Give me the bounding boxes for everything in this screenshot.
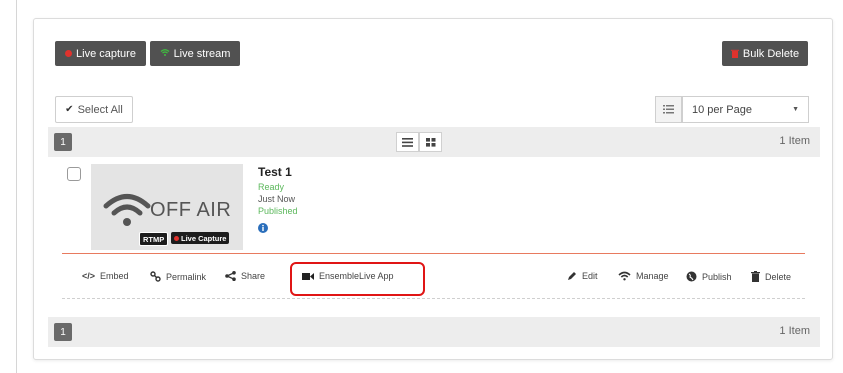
live-capture-tag-label: Live Capture: [181, 233, 227, 243]
code-icon: </>: [82, 271, 96, 281]
list-view-button[interactable]: [396, 132, 419, 152]
edit-action[interactable]: Edit: [567, 271, 598, 281]
permalink-label: Permalink: [166, 271, 207, 282]
per-page-value: 10 per Page: [692, 103, 752, 116]
manage-action[interactable]: Manage: [618, 271, 669, 281]
live-capture-tag: Live Capture: [171, 232, 230, 244]
wifi-icon: [618, 271, 631, 281]
rtmp-tag: RTMP: [139, 232, 169, 246]
permalink-action[interactable]: Permalink: [150, 271, 206, 282]
checkmark-icon: ✔: [65, 104, 74, 115]
pagination-bar-bottom: 1 1 Item: [48, 317, 820, 347]
item-title[interactable]: Test 1: [258, 165, 292, 179]
list-sort-icon-box: [655, 96, 682, 123]
record-dot-icon: [174, 235, 179, 241]
edit-label: Edit: [582, 271, 598, 281]
grid-view-icon: [425, 137, 435, 147]
delete-label: Delete: [765, 271, 792, 282]
rtmp-tag-label: RTMP: [143, 234, 165, 244]
list-icon: [663, 105, 674, 114]
item-timestamp: Just Now: [258, 194, 296, 204]
globe-icon: [686, 271, 697, 282]
live-capture-label: Live capture: [76, 47, 136, 60]
bulk-delete-button[interactable]: Bulk Delete: [722, 41, 808, 66]
live-capture-button[interactable]: Live capture: [55, 41, 146, 66]
publish-label: Publish: [702, 271, 732, 282]
embed-label: Embed: [100, 271, 129, 281]
wifi-broadcast-icon: [103, 194, 151, 226]
item-publish-state: Published: [258, 206, 298, 216]
trash-icon: [730, 49, 739, 58]
share-label: Share: [241, 271, 266, 281]
link-icon: [150, 271, 161, 282]
item-divider: [62, 253, 805, 254]
per-page-select[interactable]: 10 per Page ▼: [682, 96, 809, 123]
record-dot-icon: [65, 50, 73, 57]
grid-view-button[interactable]: [419, 132, 442, 152]
wifi-icon: [160, 48, 170, 60]
bulk-delete-label: Bulk Delete: [742, 47, 800, 60]
share-action[interactable]: Share: [225, 271, 265, 281]
page-number-button[interactable]: 1: [54, 133, 72, 151]
live-stream-label: Live stream: [173, 47, 231, 60]
pencil-icon: [567, 271, 577, 281]
manage-label: Manage: [636, 271, 669, 281]
pagination-bar-top: 1 1 Item: [48, 127, 820, 157]
share-icon: [225, 271, 236, 281]
item-status: Ready: [258, 182, 285, 192]
action-divider: [62, 298, 805, 299]
off-air-text: OFF AIR: [150, 199, 232, 221]
delete-action[interactable]: Delete: [751, 271, 791, 282]
item-thumbnail[interactable]: OFF AIR RTMP Live Capture: [91, 164, 243, 250]
item-count: 1 Item: [779, 325, 810, 337]
item-count: 1 Item: [779, 135, 810, 147]
caret-down-icon: ▼: [792, 106, 799, 113]
item-checkbox[interactable]: [67, 167, 81, 181]
highlight-box: [290, 262, 425, 296]
live-stream-button[interactable]: Live stream: [150, 41, 240, 66]
info-icon[interactable]: [258, 220, 268, 238]
select-all-label: Select All: [77, 103, 123, 116]
publish-action[interactable]: Publish: [686, 271, 732, 282]
trash-icon: [751, 271, 760, 282]
page-number-button[interactable]: 1: [54, 323, 72, 341]
list-view-icon: [402, 137, 413, 147]
embed-action[interactable]: </> Embed: [82, 271, 129, 281]
select-all-button[interactable]: ✔ Select All: [55, 96, 133, 123]
window-edge: [16, 0, 17, 373]
